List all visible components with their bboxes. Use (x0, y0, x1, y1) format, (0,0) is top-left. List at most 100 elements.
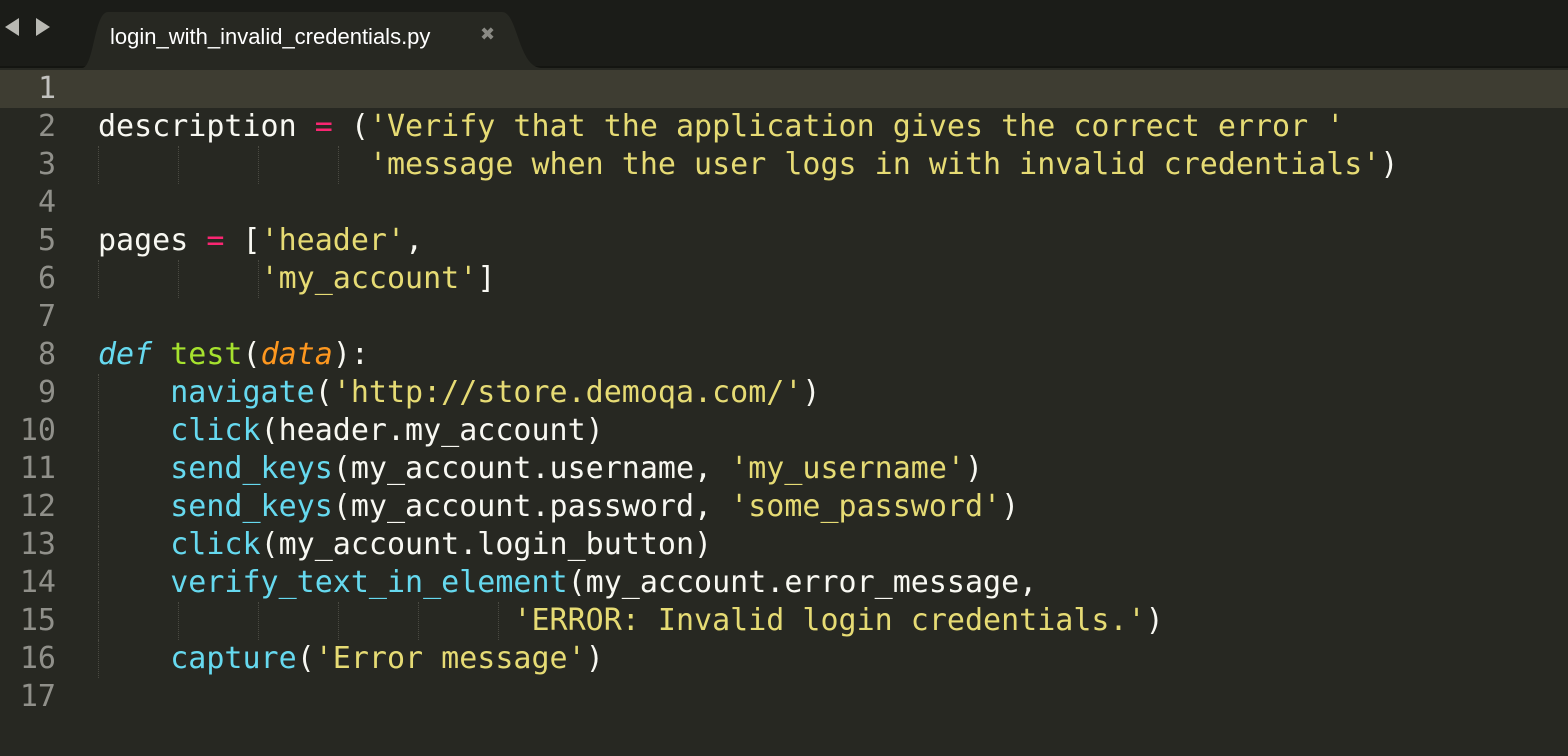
code-token: ) (585, 641, 604, 676)
code-line[interactable]: 14 verify_text_in_element(my_account.err… (0, 564, 1568, 602)
code-text: capture('Error message') (98, 640, 604, 678)
code-line[interactable]: 10 click(header.my_account) (0, 412, 1568, 450)
code-line[interactable]: 7 (0, 298, 1568, 336)
code-line[interactable]: 11 send_keys(my_account.username, 'my_us… (0, 450, 1568, 488)
line-number: 15 (19, 603, 56, 638)
code-token: 'Verify that the application gives the c… (368, 109, 1345, 144)
code-line[interactable]: 6 'my_account'] (0, 260, 1568, 298)
code-token: (header.my_account) (260, 413, 604, 448)
code-line[interactable]: 17 (0, 678, 1568, 716)
code-token: 'some_password' (730, 489, 1002, 524)
line-number: 4 (37, 185, 56, 220)
code-token: (my_account.login_button) (260, 527, 713, 562)
line-number: 13 (19, 527, 56, 562)
code-token: description (98, 109, 315, 144)
line-number: 6 (37, 261, 56, 296)
code-line[interactable]: 16 capture('Error message') (0, 640, 1568, 678)
code-token: navigate (170, 375, 315, 410)
code-token: ) (1380, 147, 1399, 182)
close-icon[interactable]: ✖ (480, 24, 495, 45)
code-text: send_keys(my_account.password, 'some_pas… (98, 488, 1019, 526)
line-number: 10 (19, 413, 56, 448)
tab-bar: login_with_invalid_credentials.py ✖ (0, 0, 1568, 68)
code-token: ( (332, 109, 369, 144)
line-number: 5 (37, 223, 56, 258)
code-token: ) (1001, 489, 1020, 524)
line-number: 17 (19, 679, 56, 714)
code-text: 'my_account'] (98, 260, 496, 298)
code-token: ) (1145, 603, 1164, 638)
code-line[interactable]: 15 'ERROR: Invalid login credentials.') (0, 602, 1568, 640)
code-token: 'my_account' (260, 261, 478, 296)
code-text: click(header.my_account) (98, 412, 604, 450)
code-token: [ (224, 223, 261, 258)
code-line[interactable]: 1 (0, 70, 1568, 108)
code-token: verify_text_in_element (170, 565, 568, 600)
code-token: ) (802, 375, 821, 410)
line-number: 2 (37, 109, 56, 144)
line-number: 9 (37, 375, 56, 410)
code-line[interactable]: 5 pages = ['header', (0, 222, 1568, 260)
code-token: def (98, 337, 153, 372)
forward-arrow-icon[interactable] (36, 18, 50, 36)
code-text: click(my_account.login_button) (98, 526, 712, 564)
code-text: def test(data): (98, 336, 369, 374)
line-number: 14 (19, 565, 56, 600)
line-number: 7 (37, 299, 56, 334)
back-arrow-icon[interactable] (5, 18, 19, 36)
code-token: ( (242, 337, 261, 372)
code-token: = (314, 109, 333, 144)
code-text: 'ERROR: Invalid login credentials.') (98, 602, 1164, 640)
code-token: data (260, 337, 333, 372)
code-text: description = ('Verify that the applicat… (98, 108, 1344, 146)
code-editor[interactable]: 1 2 description = ('Verify that the applic… (0, 70, 1568, 756)
code-token: 'http://store.demoqa.com/' (332, 375, 803, 410)
code-token: , (405, 223, 424, 258)
code-line[interactable]: 4 (0, 184, 1568, 222)
code-line[interactable]: 9 navigate('http://store.demoqa.com/') (0, 374, 1568, 412)
code-line[interactable]: 13 click(my_account.login_button) (0, 526, 1568, 564)
code-text: pages = ['header', (98, 222, 423, 260)
code-token: click (170, 413, 261, 448)
code-token: capture (170, 641, 297, 676)
code-token: 'message when the user logs in with inva… (368, 147, 1381, 182)
code-text: verify_text_in_element(my_account.error_… (98, 564, 1037, 602)
code-token: = (206, 223, 225, 258)
tab-filename: login_with_invalid_credentials.py (110, 24, 431, 49)
code-text: send_keys(my_account.username, 'my_usern… (98, 450, 983, 488)
file-tab[interactable]: login_with_invalid_credentials.py ✖ (82, 12, 542, 68)
line-number: 8 (37, 337, 56, 372)
code-token: 'header' (260, 223, 406, 258)
code-token: click (170, 527, 261, 562)
code-token: send_keys (170, 489, 333, 524)
code-token: 'Error message' (314, 641, 586, 676)
code-token: ) (964, 451, 984, 486)
line-number: 3 (37, 147, 56, 182)
code-token: (my_account.username, (332, 451, 731, 486)
code-line[interactable]: 2 description = ('Verify that the applica… (0, 108, 1568, 146)
code-token: 'my_username' (730, 451, 965, 486)
code-token: test (170, 337, 243, 372)
code-line[interactable]: 3 'message when the user logs in with in… (0, 146, 1568, 184)
code-token: ( (314, 375, 333, 410)
line-number: 12 (19, 489, 56, 524)
code-token: (my_account.password, (332, 489, 731, 524)
line-number: 16 (19, 641, 56, 676)
code-token: 'ERROR: Invalid login credentials.' (513, 603, 1146, 638)
code-token: (my_account.error_message, (567, 565, 1038, 600)
code-token: ): (332, 337, 369, 372)
code-line[interactable]: 8 def test(data): (0, 336, 1568, 374)
code-text: 'message when the user logs in with inva… (98, 146, 1399, 184)
code-line[interactable]: 12 send_keys(my_account.password, 'some_… (0, 488, 1568, 526)
code-token: ( (296, 641, 315, 676)
